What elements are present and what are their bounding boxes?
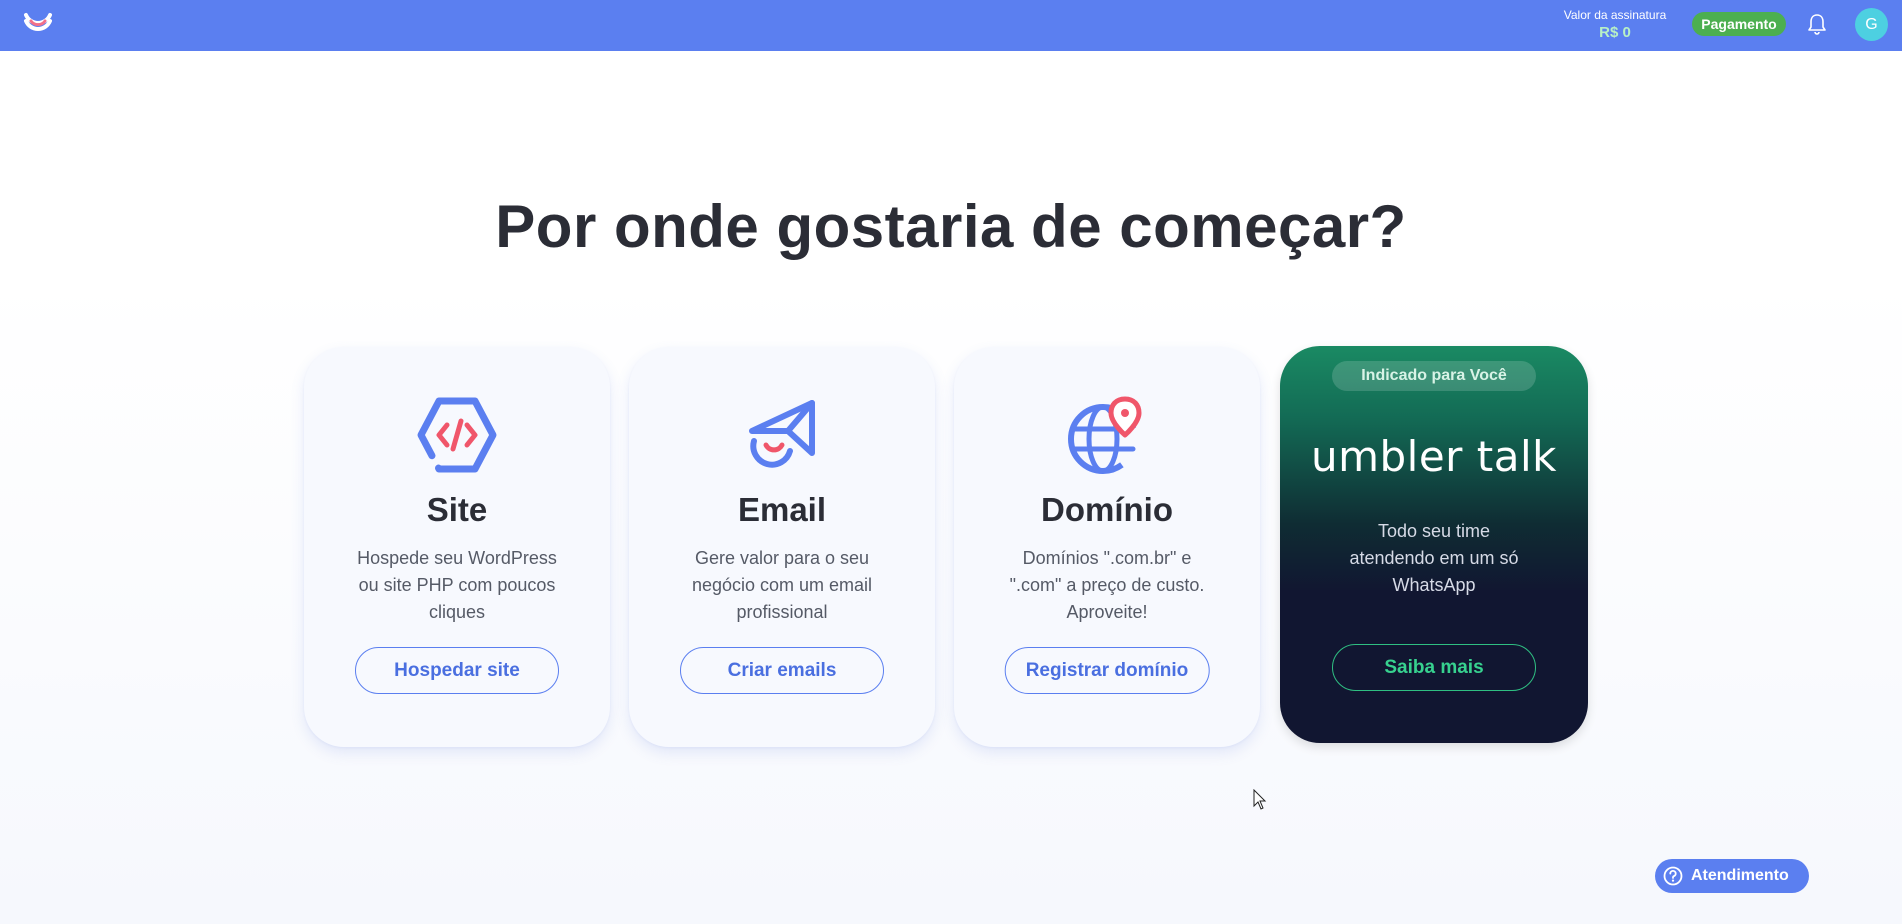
page-title: Por onde gostaria de começar? <box>495 193 1407 260</box>
payment-button[interactable]: Pagamento <box>1692 12 1786 36</box>
top-bar: Valor da assinatura R$ 0 Pagamento G <box>0 0 1902 51</box>
umbler-talk-logo: umbler talk <box>1310 432 1557 481</box>
bell-icon[interactable] <box>1806 12 1828 36</box>
card-title: Site <box>426 491 488 528</box>
promo-description: Todo seu time atendendo em um só WhatsAp… <box>1349 521 1519 595</box>
support-button[interactable]: Atendimento <box>1655 859 1809 893</box>
card-description: Hospede seu WordPress ou site PHP com po… <box>357 548 557 622</box>
card-email: Email Gere valor para o seu negócio com … <box>629 347 935 747</box>
learn-more-button[interactable]: Saiba mais <box>1332 644 1536 691</box>
mouse-cursor-icon <box>1253 789 1267 810</box>
card-description: Gere valor para o seu negócio com um ema… <box>691 548 873 622</box>
create-emails-button[interactable]: Criar emails <box>680 647 884 694</box>
subscription-summary: Valor da assinatura R$ 0 <box>1540 7 1690 43</box>
card-description: Domínios ".com.br" e ".com" a preço de c… <box>1009 548 1205 622</box>
subscription-label: Valor da assinatura <box>1563 8 1667 22</box>
support-label: Atendimento <box>1691 867 1789 884</box>
user-avatar[interactable]: G <box>1855 8 1888 41</box>
umbler-logo-icon[interactable] <box>20 7 56 43</box>
paper-plane-icon <box>749 400 815 468</box>
question-circle-icon <box>1663 866 1683 886</box>
promo-card-umbler-talk: Indicado para Você umbler talk Todo seu … <box>1280 346 1588 743</box>
page: Valor da assinatura R$ 0 Pagamento G Por… <box>0 0 1902 924</box>
host-site-button[interactable]: Hospedar site <box>355 647 559 694</box>
subscription-value: R$ 0 <box>1599 24 1631 41</box>
card-title: Email <box>737 491 827 528</box>
code-hexagon-icon <box>417 397 497 473</box>
globe-pin-icon <box>1068 396 1142 474</box>
recommended-badge: Indicado para Você <box>1332 361 1536 391</box>
card-site: Site Hospede seu WordPress ou site PHP c… <box>304 347 610 747</box>
register-domain-button[interactable]: Registrar domínio <box>1004 647 1210 694</box>
card-title: Domínio <box>1041 491 1173 528</box>
card-domain: Domínio Domínios ".com.br" e ".com" a pr… <box>954 347 1260 747</box>
